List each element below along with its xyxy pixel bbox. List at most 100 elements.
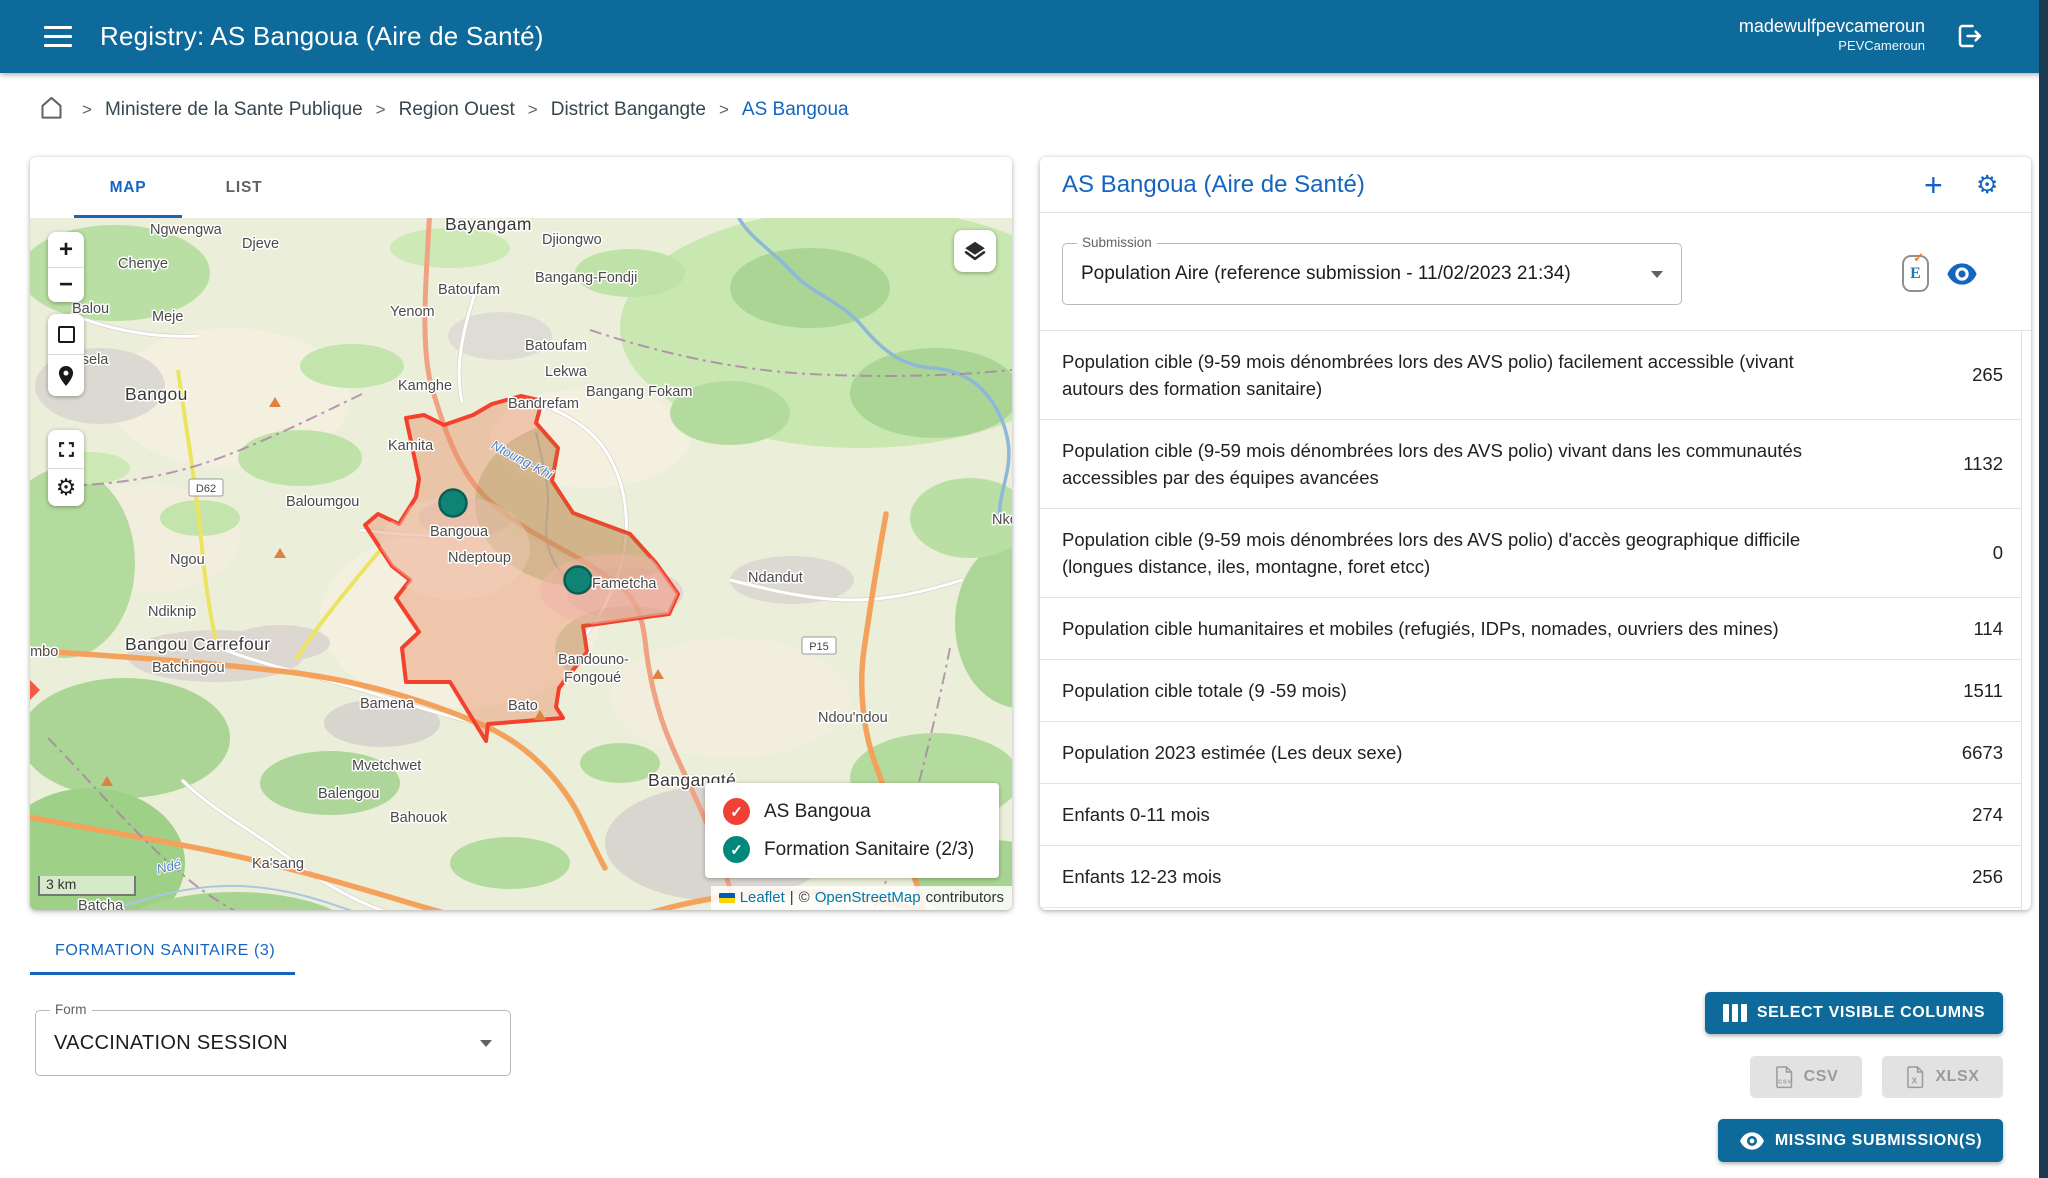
population-data-row: Population cible (9-59 mois dénombrées l… bbox=[1040, 331, 2021, 420]
row-value: 265 bbox=[1972, 364, 2003, 386]
map-place-label: Mvetchwet bbox=[352, 758, 421, 774]
registry-page: Registry: AS Bangoua (Aire de Santé) mad… bbox=[0, 0, 2048, 1178]
legend-item[interactable]: ✓Formation Sanitaire (2/3) bbox=[723, 836, 981, 863]
map-place-label: Ndandut bbox=[748, 570, 803, 586]
tab-list[interactable]: LIST bbox=[186, 157, 302, 218]
chevron-down-icon bbox=[480, 1040, 492, 1047]
map-place-label: Batoufam bbox=[525, 338, 587, 354]
map-scale: 3 km bbox=[38, 876, 136, 896]
population-rows: Population cible (9-59 mois dénombrées l… bbox=[1040, 331, 2022, 910]
row-label: Population cible (9-59 mois dénombrées l… bbox=[1062, 437, 1832, 491]
row-label: Population cible totale (9 -59 mois) bbox=[1062, 677, 1347, 704]
legend-item[interactable]: ✓ AS Bangoua bbox=[723, 798, 981, 825]
zoom-out-button[interactable]: − bbox=[48, 267, 84, 302]
map-card: MAP LIST bbox=[30, 157, 1012, 910]
columns-icon bbox=[1723, 1004, 1747, 1022]
map-settings-button[interactable]: ⚙ bbox=[48, 468, 84, 506]
breadcrumb-link[interactable]: Ministere de la Sante Publique bbox=[105, 99, 363, 121]
layers-button[interactable] bbox=[954, 230, 996, 272]
export-xlsx-button[interactable]: X XLSX bbox=[1882, 1056, 2003, 1098]
leaflet-link[interactable]: Leaflet bbox=[740, 889, 785, 906]
logout-icon[interactable] bbox=[1955, 21, 1985, 51]
map-place-label: Ndou'ndou bbox=[818, 710, 888, 726]
view-submission-button[interactable] bbox=[1946, 261, 1978, 287]
submission-select-value: Population Aire (reference submission - … bbox=[1081, 244, 1637, 304]
row-value: 1511 bbox=[1963, 680, 2003, 702]
form-select[interactable]: Form VACCINATION SESSION bbox=[35, 1010, 511, 1076]
marker-tool-button[interactable] bbox=[48, 354, 84, 396]
legend-teal-check-icon: ✓ bbox=[723, 836, 750, 863]
user-block: madewulfpevcameroun PEVCameroun bbox=[1739, 14, 1925, 54]
missing-submissions-button[interactable]: MISSING SUBMISSION(S) bbox=[1718, 1119, 2003, 1162]
map-tabbar: MAP LIST bbox=[30, 157, 1012, 218]
map-place-label: Kamita bbox=[388, 438, 434, 454]
user-name: madewulfpevcameroun bbox=[1739, 14, 1925, 38]
row-value: 1132 bbox=[1963, 453, 2003, 475]
tab-formation-sanitaire[interactable]: FORMATION SANITAIRE (3) bbox=[55, 942, 275, 960]
eye-icon bbox=[1946, 261, 1978, 287]
legend-label: AS Bangoua bbox=[764, 801, 871, 823]
road-badge-label: D62 bbox=[196, 483, 216, 495]
population-data-row: Population 2023 estimée (Les deux sexe) 6… bbox=[1040, 722, 2021, 784]
gear-icon: ⚙ bbox=[56, 476, 77, 499]
select-visible-columns-label: SELECT VISIBLE COLUMNS bbox=[1757, 1004, 1985, 1022]
breadcrumb-link[interactable]: Region Ouest bbox=[399, 99, 515, 121]
map-place-label: Bahouok bbox=[390, 810, 448, 826]
row-label: Enfants 0-11 mois bbox=[1062, 801, 1210, 828]
fullscreen-button[interactable] bbox=[48, 430, 84, 468]
draw-rectangle-button[interactable] bbox=[48, 314, 84, 354]
map-place-label: Balengou bbox=[318, 786, 379, 802]
map-place-label: Yenom bbox=[390, 304, 435, 320]
menu-icon[interactable] bbox=[44, 26, 72, 47]
panel-settings-button[interactable]: ⚙ bbox=[1976, 157, 1998, 213]
enketo-icon: E bbox=[1904, 265, 1927, 283]
submission-select[interactable]: Submission Population Aire (reference su… bbox=[1062, 243, 1682, 305]
zoom-controls: + − bbox=[48, 232, 84, 302]
row-value: 256 bbox=[1972, 866, 2003, 888]
form-select-value: VACCINATION SESSION bbox=[54, 1011, 466, 1075]
map-place-label: Djiongwo bbox=[542, 232, 602, 248]
map-place-label: Bangang Fokam bbox=[586, 384, 692, 400]
breadcrumb-separator: > bbox=[719, 100, 729, 120]
row-value: 6673 bbox=[1962, 742, 2003, 764]
csv-file-icon: CSV bbox=[1774, 1065, 1794, 1089]
tab-map[interactable]: MAP bbox=[70, 157, 186, 218]
map-place-label: Chenye bbox=[118, 256, 168, 272]
layers-icon bbox=[962, 239, 988, 264]
breadcrumb: > Ministere de la Sante Publique > Region O… bbox=[38, 92, 849, 128]
map-place-label: Bangang-Fondji bbox=[535, 270, 637, 286]
map-place-label: Batchingou bbox=[152, 660, 225, 676]
user-org: PEVCameroun bbox=[1739, 38, 1925, 54]
map-marker-fametcha bbox=[565, 567, 592, 594]
map-place-label: Batcha bbox=[78, 898, 124, 910]
breadcrumb-separator: > bbox=[82, 100, 92, 120]
enketo-check-icon: ✓ bbox=[1913, 250, 1924, 266]
xlsx-file-icon: X bbox=[1905, 1065, 1925, 1089]
org-unit-panel: AS Bangoua (Aire de Santé) + ⚙ Submissio… bbox=[1040, 157, 2031, 910]
row-label: Population 2023 estimée (Les deux sexe) bbox=[1062, 739, 1402, 766]
tab-underline bbox=[30, 972, 295, 975]
population-data-row: Enfants 12-23 mois256 bbox=[1040, 846, 2021, 908]
breadcrumb-separator: > bbox=[376, 100, 386, 120]
enketo-edit-button[interactable]: E ✓ bbox=[1902, 255, 1929, 292]
select-visible-columns-button[interactable]: SELECT VISIBLE COLUMNS bbox=[1705, 992, 2003, 1034]
zoom-in-button[interactable]: + bbox=[48, 232, 84, 267]
map-place-label: Bandrefam bbox=[508, 396, 579, 412]
map-attribution: Leaflet | © OpenStreetMap contributors bbox=[711, 886, 1012, 910]
svg-text:CSV: CSV bbox=[1778, 1080, 1791, 1086]
app-title: Registry: AS Bangoua (Aire de Santé) bbox=[100, 0, 544, 73]
page-scrollbar[interactable] bbox=[2039, 0, 2048, 1178]
map-place-label: Bangou bbox=[125, 384, 188, 404]
map-place-label: Ngwengwa bbox=[150, 222, 223, 238]
leaflet-map[interactable]: BayangamNgwengwaDjeveDjiongwoChenyeBanga… bbox=[30, 218, 1012, 910]
export-csv-button[interactable]: CSV CSV bbox=[1750, 1056, 1862, 1098]
home-icon[interactable] bbox=[38, 94, 65, 127]
legend-red-check-icon: ✓ bbox=[723, 798, 750, 825]
population-data-row: Population cible totale (9 -59 mois) 1511 bbox=[1040, 660, 2021, 722]
map-place-label: Bandouno- bbox=[558, 652, 629, 668]
map-legend-items: ✓ AS Bangoua ✓Formation Sanitaire (2/3) bbox=[723, 798, 981, 863]
breadcrumb-items: > Ministere de la Sante Publique > Region O… bbox=[69, 99, 849, 121]
breadcrumb-link[interactable]: District Bangangte bbox=[551, 99, 706, 121]
openstreetmap-link[interactable]: OpenStreetMap bbox=[815, 889, 921, 906]
add-submission-button[interactable]: + bbox=[1924, 161, 1943, 209]
